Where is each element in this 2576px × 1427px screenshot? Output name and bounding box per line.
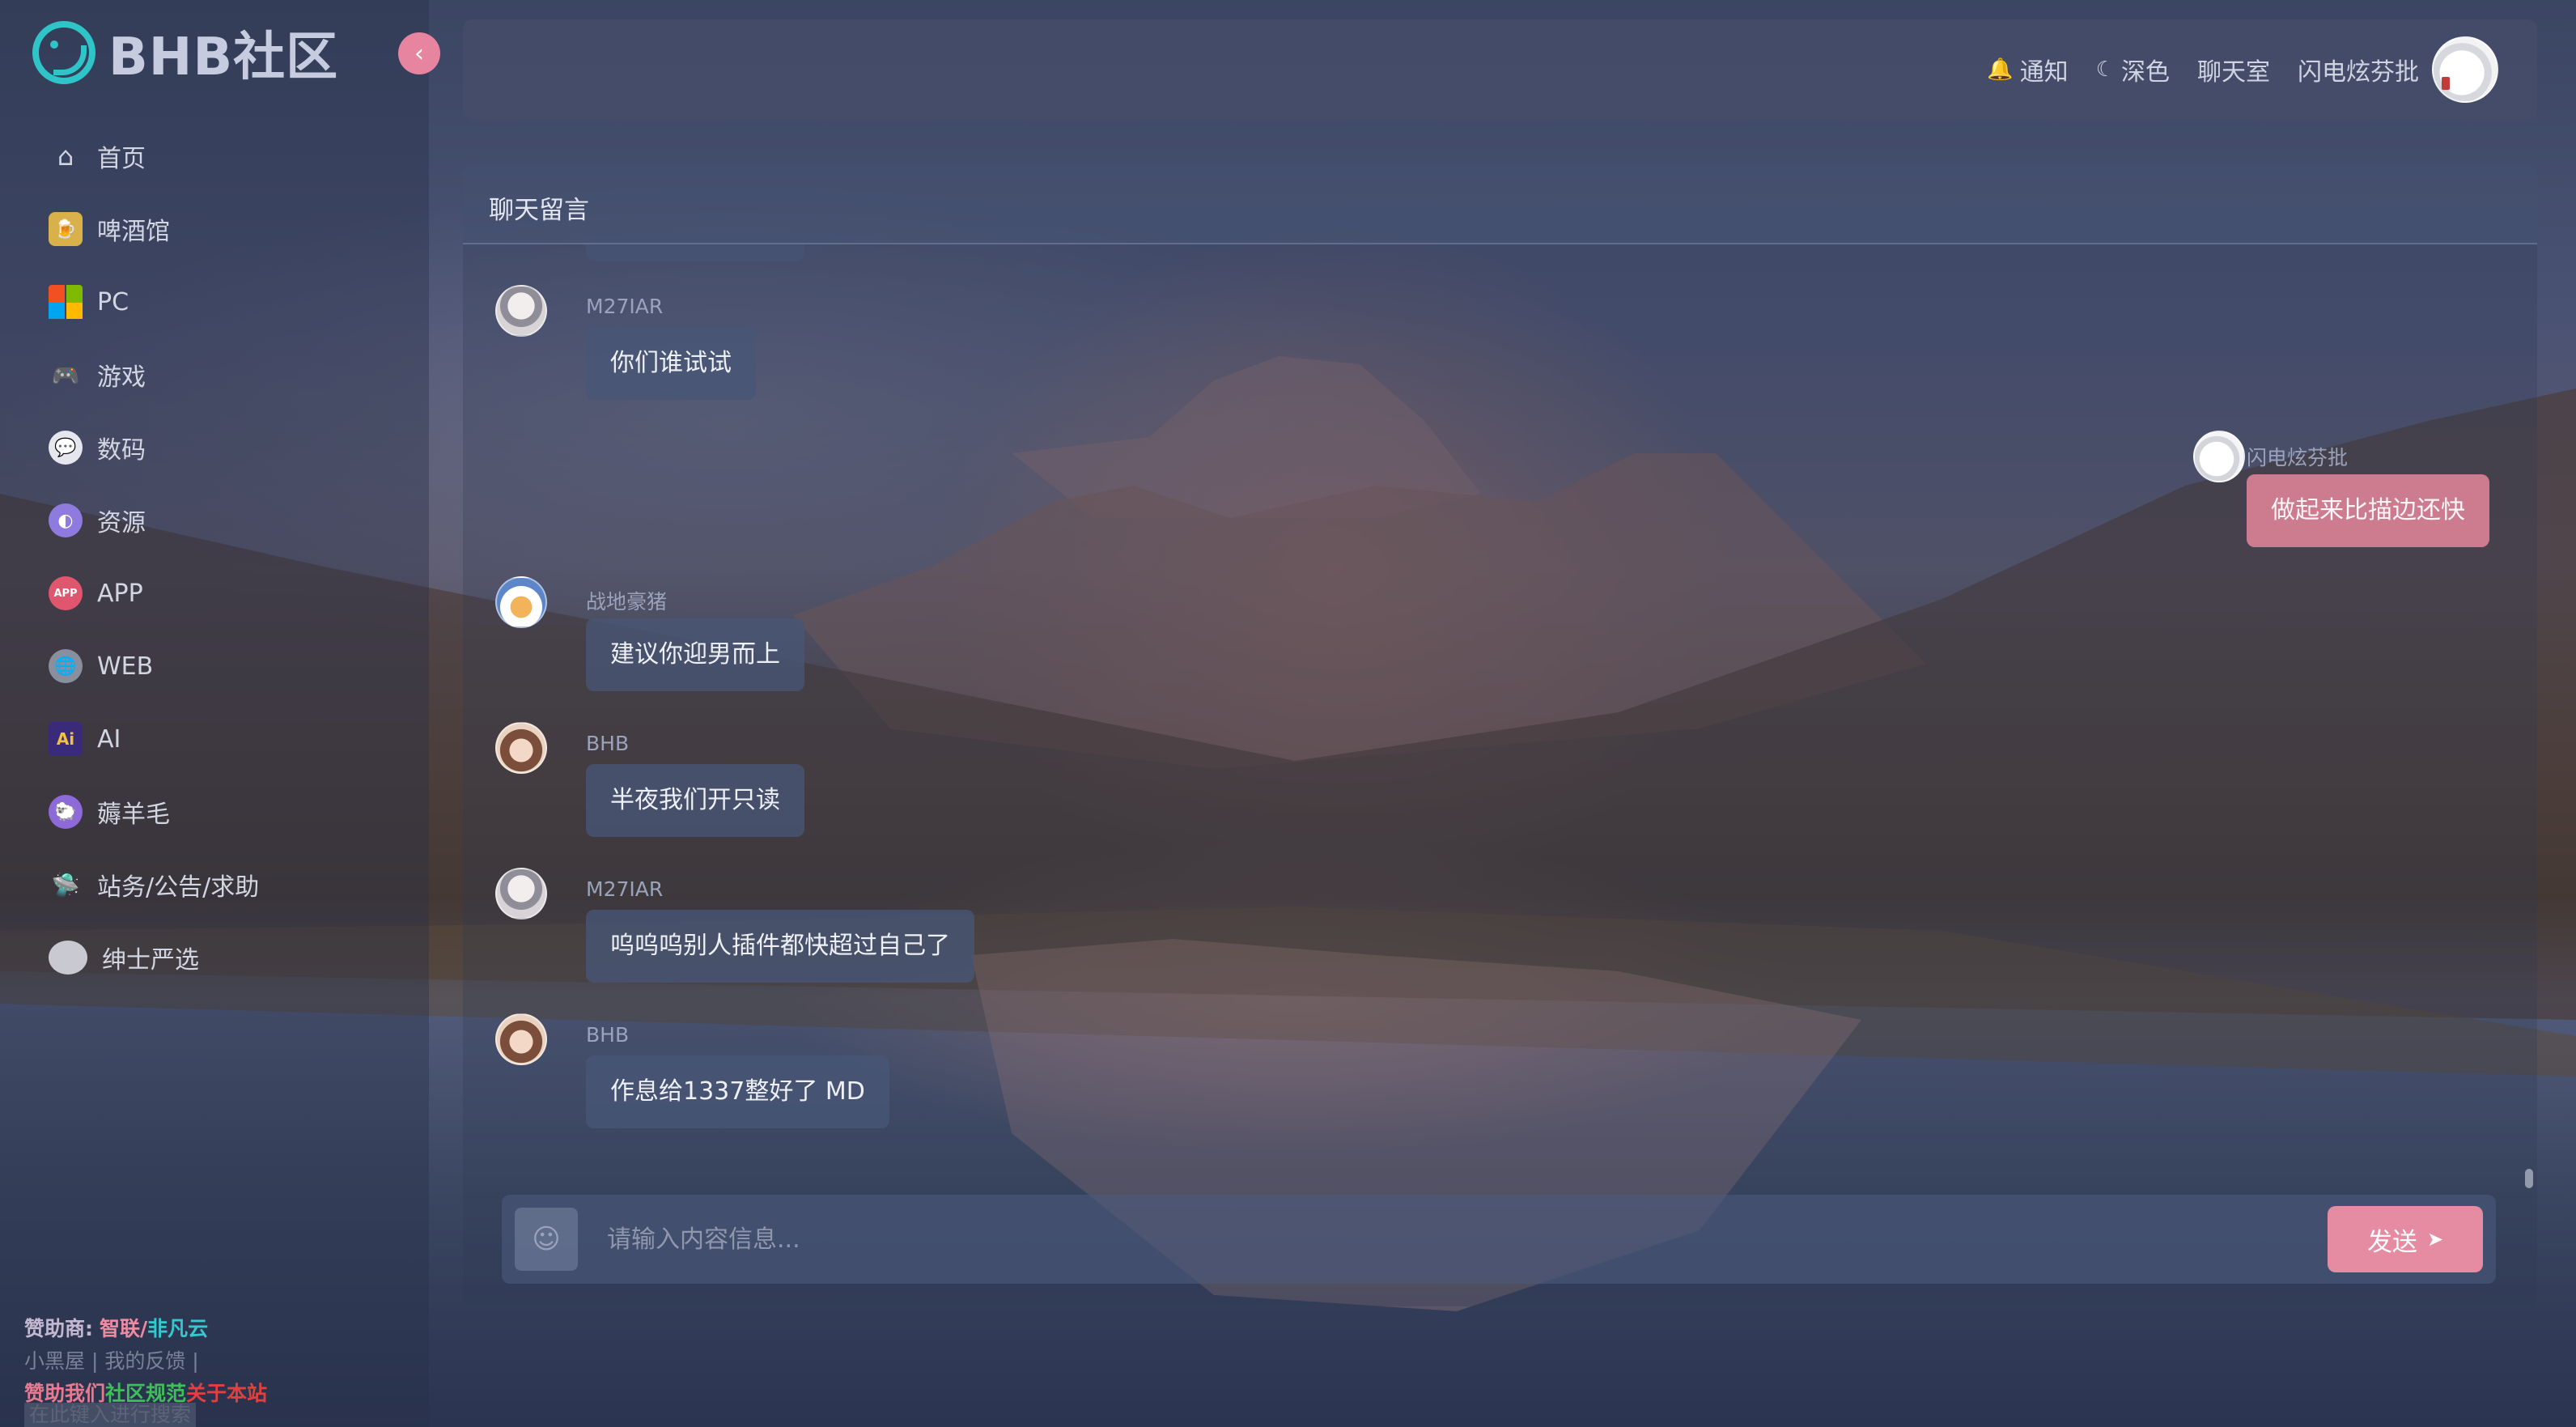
header-username[interactable]: 闪电炫芬批 bbox=[2298, 52, 2419, 87]
sidebar-item-home[interactable]: ⌂ 首页 bbox=[49, 120, 413, 193]
sidebar-item-ai[interactable]: Ai AI bbox=[49, 703, 413, 775]
sidebar-item-web[interactable]: 🌐 WEB bbox=[49, 630, 413, 703]
sidebar-item-label: APP bbox=[97, 579, 143, 608]
message-bubble: 作息给1337整好了 MD bbox=[586, 1055, 889, 1128]
sidebar-item-label: 游戏 bbox=[97, 363, 146, 392]
sidebar-item-gentleman[interactable]: 绅士严选 bbox=[49, 921, 413, 994]
sidebar-item-label: 首页 bbox=[97, 145, 146, 173]
message-username[interactable]: 闪电炫芬批 bbox=[2247, 442, 2348, 471]
avatar[interactable] bbox=[495, 285, 547, 337]
beer-icon: 🍺 bbox=[49, 212, 83, 246]
sidebar-item-beer[interactable]: 🍺 啤酒馆 bbox=[49, 193, 413, 265]
sidebar-item-digital[interactable]: 💬 数码 bbox=[49, 411, 413, 484]
message-username[interactable]: M27IAR bbox=[586, 877, 663, 901]
avatar[interactable] bbox=[495, 576, 547, 628]
message-bubble: 呜呜呜别人插件都快超过自己了 bbox=[586, 910, 974, 983]
globe-icon: 🌐 bbox=[49, 649, 83, 683]
sidebar-item-label: 站务/公告/求助 bbox=[97, 873, 260, 902]
message-username[interactable]: BHB bbox=[586, 732, 629, 755]
sidebar-nav: ⌂ 首页 🍺 啤酒馆 PC 🎮 游戏 💬 数码 ◐ 资源 APP APP 🌐 W… bbox=[49, 120, 413, 994]
gentleman-icon bbox=[49, 941, 87, 975]
sidebar-item-label: AI bbox=[97, 724, 121, 754]
site-name: BHB社区 bbox=[108, 28, 339, 87]
user-avatar[interactable] bbox=[2432, 36, 2498, 103]
sidebar-footer: 赞助商: 智联/非凡云 小黑屋 | 我的反馈 | 赞助我们社区规范关于本站 bbox=[24, 1313, 267, 1410]
message-username[interactable]: BHB bbox=[586, 1023, 629, 1047]
partial-message-bubble bbox=[586, 244, 804, 261]
chat-bubble-icon: 💬 bbox=[49, 431, 83, 465]
sidebar-item-label: WEB bbox=[97, 652, 154, 681]
sidebar-item-games[interactable]: 🎮 游戏 bbox=[49, 338, 413, 411]
sponsor-link-zhilian[interactable]: 智联 bbox=[100, 1317, 140, 1340]
sidebar-item-label: PC bbox=[97, 287, 129, 316]
community-rules-link[interactable]: 社区规范 bbox=[105, 1382, 186, 1405]
sidebar-item-label: 数码 bbox=[97, 436, 146, 465]
about-site-link[interactable]: 关于本站 bbox=[186, 1382, 267, 1405]
moon-icon: ☾ bbox=[2095, 57, 2115, 82]
sidebar-item-resources[interactable]: ◐ 资源 bbox=[49, 484, 413, 557]
ai-icon: Ai bbox=[49, 722, 83, 756]
sidebar-item-label: 绅士严选 bbox=[102, 946, 199, 975]
send-button[interactable]: 发送 ➤ bbox=[2328, 1206, 2483, 1272]
message-bubble: 半夜我们开只读 bbox=[586, 764, 804, 837]
collapse-sidebar-button[interactable]: ‹ bbox=[398, 32, 440, 74]
smile-logo-icon bbox=[32, 21, 95, 84]
sidebar: BHB社区 ‹ ⌂ 首页 🍺 啤酒馆 PC 🎮 游戏 💬 数码 ◐ 资源 APP… bbox=[0, 0, 440, 1427]
send-label: 发送 bbox=[2366, 1227, 2417, 1257]
sponsor-line: 赞助商: 智联/非凡云 bbox=[24, 1313, 267, 1345]
sidebar-item-pc[interactable]: PC bbox=[49, 265, 413, 338]
sidebar-item-site-affairs[interactable]: 🛸 站务/公告/求助 bbox=[49, 848, 413, 921]
chatroom-label: 聊天室 bbox=[2197, 58, 2270, 87]
sidebar-item-label: 薅羊毛 bbox=[97, 801, 170, 829]
avatar[interactable] bbox=[495, 722, 547, 774]
smiley-icon: ☺ bbox=[532, 1223, 561, 1255]
message-composer: ☺ 发送 ➤ bbox=[502, 1195, 2496, 1284]
dark-mode-toggle[interactable]: ☾ 深色 bbox=[2096, 52, 2170, 87]
sheep-icon: 🐑 bbox=[49, 795, 83, 829]
top-header: 🔔 通知 ☾ 深色 聊天室 闪电炫芬批 bbox=[463, 19, 2537, 120]
bell-icon: 🔔 bbox=[1987, 57, 2014, 82]
sidebar-item-deals[interactable]: 🐑 薅羊毛 bbox=[49, 775, 413, 848]
sponsor-prefix: 赞助商: bbox=[24, 1317, 93, 1340]
message-bubble: 做起来比描边还快 bbox=[2247, 474, 2489, 547]
chat-title-bar: 聊天留言 bbox=[463, 165, 2537, 244]
sponsor-link-feifanyun[interactable]: 非凡云 bbox=[147, 1317, 208, 1340]
dark-mode-label: 深色 bbox=[2121, 58, 2170, 87]
notifications-label: 通知 bbox=[2019, 58, 2069, 87]
gamepad-icon: 🎮 bbox=[51, 361, 80, 389]
app-icon: APP bbox=[49, 576, 83, 610]
notifications-link[interactable]: 🔔 通知 bbox=[1987, 52, 2068, 87]
message-bubble: 你们谁试试 bbox=[586, 327, 756, 400]
avatar[interactable] bbox=[495, 868, 547, 919]
site-logo[interactable]: BHB社区 bbox=[32, 18, 338, 87]
chevron-left-icon: ‹ bbox=[414, 39, 424, 68]
message-username[interactable]: M27IAR bbox=[586, 295, 663, 318]
resource-icon: ◐ bbox=[49, 503, 83, 537]
chat-title: 聊天留言 bbox=[489, 196, 589, 225]
sidebar-item-app[interactable]: APP APP bbox=[49, 557, 413, 630]
message-bubble: 建议你迎男而上 bbox=[586, 618, 804, 691]
search-hint[interactable]: 在此键入进行搜索 bbox=[24, 1403, 197, 1427]
message-input[interactable] bbox=[607, 1211, 2209, 1268]
chat-scrollbar[interactable] bbox=[2525, 1169, 2533, 1188]
message-username[interactable]: 战地豪猪 bbox=[586, 586, 667, 615]
ufo-icon: 🛸 bbox=[51, 871, 80, 898]
sidebar-item-label: 资源 bbox=[97, 509, 146, 537]
emoji-button[interactable]: ☺ bbox=[515, 1208, 578, 1271]
header-nav: 🔔 通知 ☾ 深色 聊天室 闪电炫芬批 bbox=[1959, 19, 2498, 120]
avatar[interactable] bbox=[2193, 431, 2245, 482]
chat-panel: 聊天留言 M27IAR 你们谁试试 闪电炫芬批 做起来比描边还快 战地豪猪 建议… bbox=[463, 165, 2537, 1306]
support-us-link[interactable]: 赞助我们 bbox=[24, 1382, 105, 1405]
sidebar-item-label: 啤酒馆 bbox=[97, 218, 170, 246]
footer-links[interactable]: 小黑屋 | 我的反馈 | bbox=[24, 1345, 267, 1378]
windows-icon bbox=[49, 285, 83, 319]
send-icon: ➤ bbox=[2426, 1228, 2444, 1251]
avatar[interactable] bbox=[495, 1013, 547, 1065]
chatroom-link[interactable]: 聊天室 bbox=[2197, 52, 2270, 87]
home-icon: ⌂ bbox=[57, 141, 74, 172]
sponsor-separator: / bbox=[139, 1317, 148, 1340]
